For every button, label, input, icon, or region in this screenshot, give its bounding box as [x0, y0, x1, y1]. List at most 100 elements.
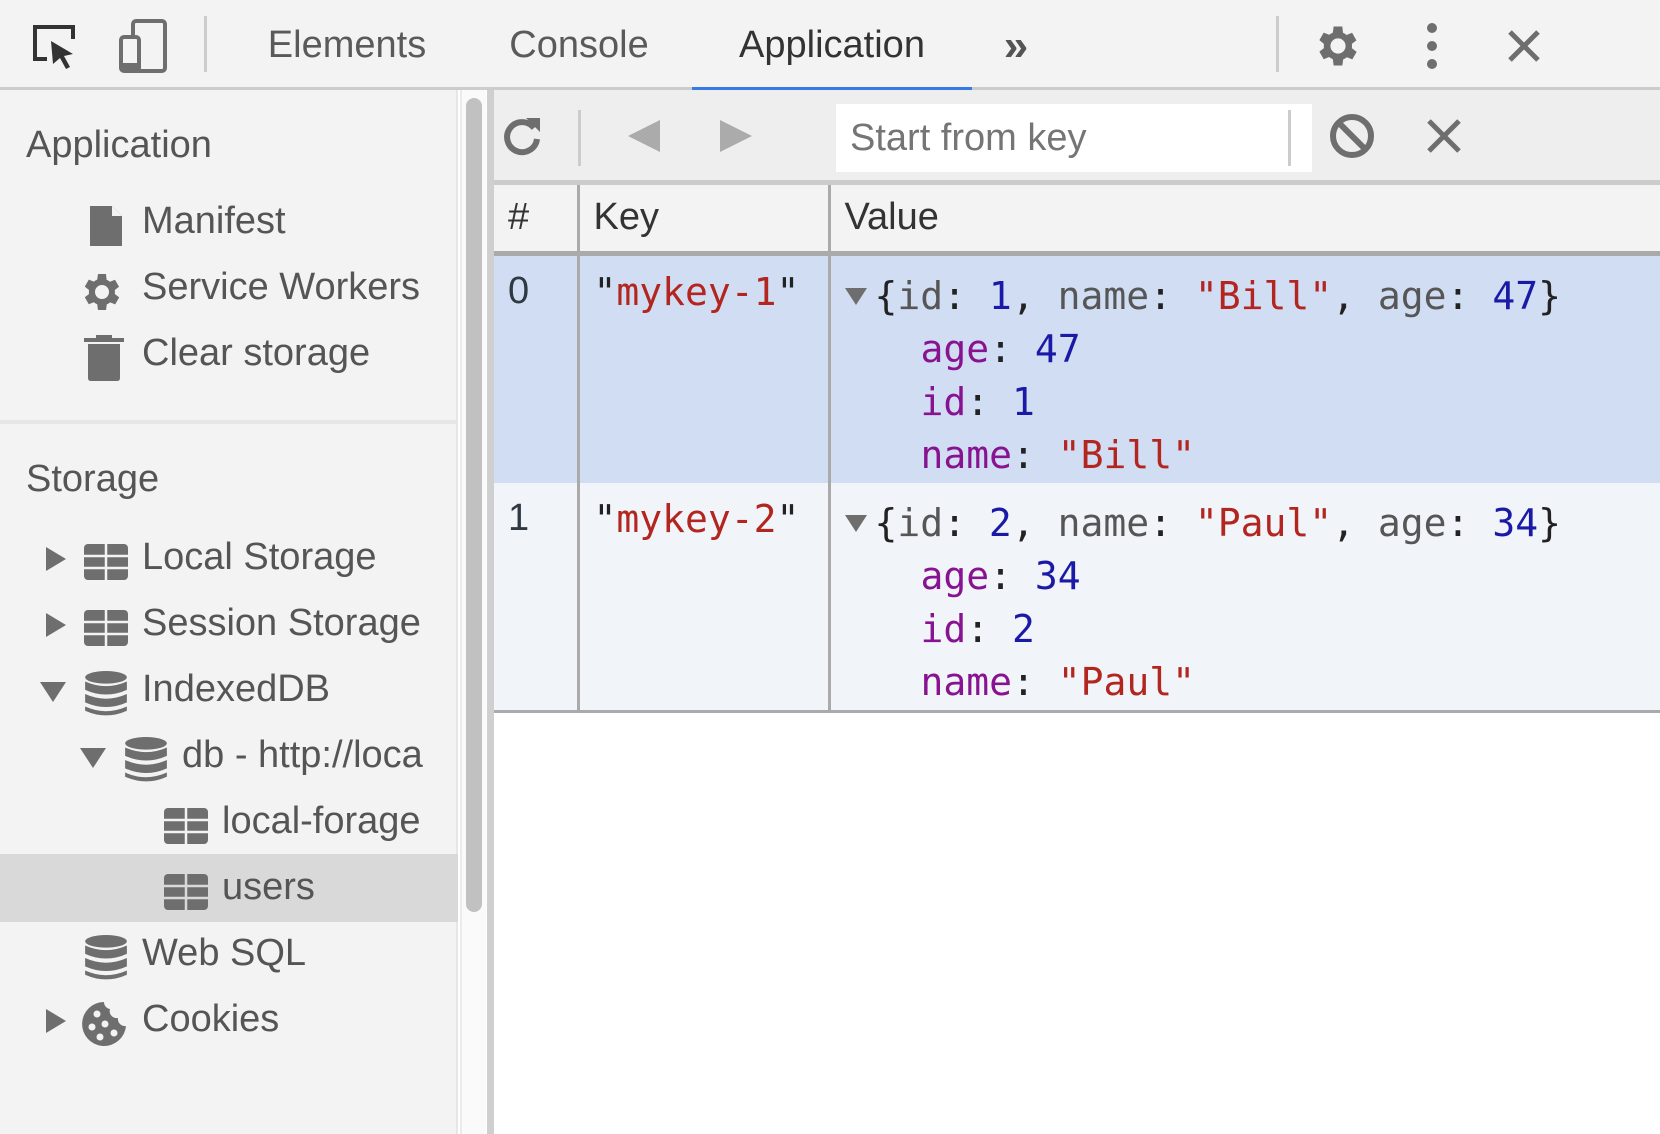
sidebar-item-label: db - http://loca: [182, 734, 423, 776]
property-line: id: 1: [920, 379, 1035, 424]
previous-page-icon[interactable]: [616, 108, 672, 164]
toolbar-divider: [1288, 110, 1291, 166]
clear-object-store-icon[interactable]: [1324, 108, 1380, 164]
sidebar-item-manifest[interactable]: Manifest: [0, 188, 458, 256]
sidebar-scrollbar-thumb[interactable]: [466, 98, 482, 912]
column-header-key[interactable]: Key: [578, 185, 831, 256]
toolbar-divider: [204, 16, 207, 72]
expand-arrow-icon[interactable]: [46, 547, 66, 571]
object-summary[interactable]: {id: 1, name: "Bill", age: 47}: [844, 270, 1660, 323]
sidebar-item-local-storage[interactable]: Local Storage: [0, 524, 458, 592]
sidebar-item-label: Local Storage: [142, 536, 377, 578]
sidebar-item-label: users: [222, 866, 315, 908]
property-line: name: "Paul": [920, 660, 1196, 704]
sidebar-item-label: Web SQL: [142, 932, 307, 974]
collapse-triangle-icon[interactable]: [844, 515, 867, 532]
cookie-icon: [82, 1002, 126, 1046]
property-name: name: [920, 432, 1013, 477]
database-icon: [85, 671, 127, 716]
property-line: age: 47: [920, 326, 1081, 371]
summary-age: 34: [1492, 501, 1539, 545]
trash-icon: [84, 335, 124, 381]
property-line: id: 2: [920, 607, 1035, 651]
tab-application[interactable]: Application: [692, 0, 972, 93]
column-header-index[interactable]: #: [494, 185, 580, 256]
property-line: name: "Bill": [920, 432, 1196, 477]
more-tabs-chevron-icon[interactable]: »: [988, 18, 1044, 74]
delete-selected-icon[interactable]: [1416, 108, 1472, 164]
property-value: 47: [1034, 326, 1081, 371]
table-header-row: # Key Value: [494, 185, 1660, 256]
expand-arrow-icon[interactable]: [46, 613, 66, 637]
refresh-icon[interactable]: [494, 108, 550, 164]
table-row[interactable]: 0 "mykey-1" {id: 1, name: "Bill", age: 4…: [494, 253, 1660, 483]
property-value: "Paul": [1057, 660, 1196, 704]
table-icon: [164, 808, 208, 844]
database-icon: [125, 737, 167, 782]
property-line: age: 34: [920, 554, 1081, 598]
sidebar-item-users[interactable]: users: [0, 854, 458, 922]
start-from-key-input[interactable]: [836, 104, 1312, 172]
row-index: 1: [494, 483, 580, 713]
row-value: {id: 2, name: "Paul", age: 34} age: 34 i…: [829, 483, 1660, 713]
kebab-menu-icon[interactable]: [1404, 18, 1460, 74]
application-section-title: Application: [26, 124, 212, 166]
property-name: age: [920, 326, 990, 371]
sidebar-item-cookies[interactable]: Cookies: [0, 986, 458, 1054]
collapse-arrow-icon[interactable]: [80, 748, 106, 768]
collapse-arrow-icon[interactable]: [40, 682, 66, 702]
key-value: mykey-2: [616, 497, 777, 541]
summary-id: 1: [988, 273, 1012, 318]
sidebar-item-session-storage[interactable]: Session Storage: [0, 590, 458, 658]
object-summary[interactable]: {id: 2, name: "Paul", age: 34}: [844, 497, 1660, 550]
sidebar-item-clear-storage[interactable]: Clear storage: [0, 320, 458, 388]
sidebar-item-db[interactable]: db - http://loca: [0, 722, 458, 790]
expand-arrow-icon[interactable]: [46, 1009, 66, 1033]
row-value: {id: 1, name: "Bill", age: 47} age: 47 i…: [829, 253, 1660, 483]
sidebar-item-label: Clear storage: [142, 332, 371, 374]
summary-id: 2: [988, 501, 1012, 545]
tab-elements-label: Elements: [267, 23, 427, 66]
summary-name: "Paul": [1194, 501, 1333, 545]
panel-splitter[interactable]: [487, 90, 494, 1134]
property-value: 2: [1012, 607, 1035, 651]
property-name: age: [920, 554, 990, 598]
inspect-element-icon[interactable]: [26, 18, 82, 74]
table-row[interactable]: 1 "mykey-2" {id: 2, name: "Paul", age: 3…: [494, 483, 1660, 713]
indexeddb-object-store-view: # Key Value 0 "mykey-1" {id: 1, name: "B…: [494, 90, 1660, 1134]
table-icon: [84, 610, 128, 646]
storage-section-title: Storage: [26, 458, 160, 500]
tab-elements[interactable]: Elements: [240, 0, 454, 90]
property-value: 34: [1034, 554, 1081, 598]
gear-icon: [84, 274, 120, 310]
device-toolbar-icon[interactable]: [114, 18, 170, 74]
tab-console[interactable]: Console: [480, 0, 678, 90]
close-icon[interactable]: [1496, 18, 1552, 74]
row-key: "mykey-2": [578, 483, 831, 713]
object-store-table: # Key Value 0 "mykey-1" {id: 1, name: "B…: [494, 185, 1660, 713]
property-name: name: [920, 660, 1013, 704]
sidebar-item-indexeddb[interactable]: IndexedDB: [0, 656, 458, 724]
property-name: id: [920, 607, 967, 651]
sidebar-item-service-workers[interactable]: Service Workers: [0, 254, 458, 322]
data-toolbar: [494, 90, 1660, 185]
application-sidebar: Application Manifest Service Workers Cle…: [0, 90, 458, 1134]
property-value: 1: [1012, 379, 1035, 424]
collapse-triangle-icon[interactable]: [844, 287, 867, 305]
sidebar-item-label: IndexedDB: [142, 668, 331, 710]
sidebar-item-label: local-forage: [222, 800, 421, 842]
row-key: "mykey-1": [578, 253, 831, 483]
gear-icon[interactable]: [1310, 18, 1366, 74]
property-name: id: [920, 379, 967, 424]
document-icon: [90, 206, 122, 246]
sidebar-item-web-sql[interactable]: Web SQL: [0, 920, 458, 988]
summary-name: "Bill": [1194, 273, 1333, 318]
tab-console-label: Console: [509, 23, 649, 66]
sidebar-item-local-forage[interactable]: local-forage: [0, 788, 458, 856]
database-icon: [85, 935, 127, 980]
toolbar-divider: [1276, 16, 1279, 72]
next-page-icon[interactable]: [708, 108, 764, 164]
property-value: "Bill": [1057, 432, 1196, 477]
column-header-value[interactable]: Value: [829, 185, 1660, 256]
summary-age: 47: [1492, 273, 1539, 318]
